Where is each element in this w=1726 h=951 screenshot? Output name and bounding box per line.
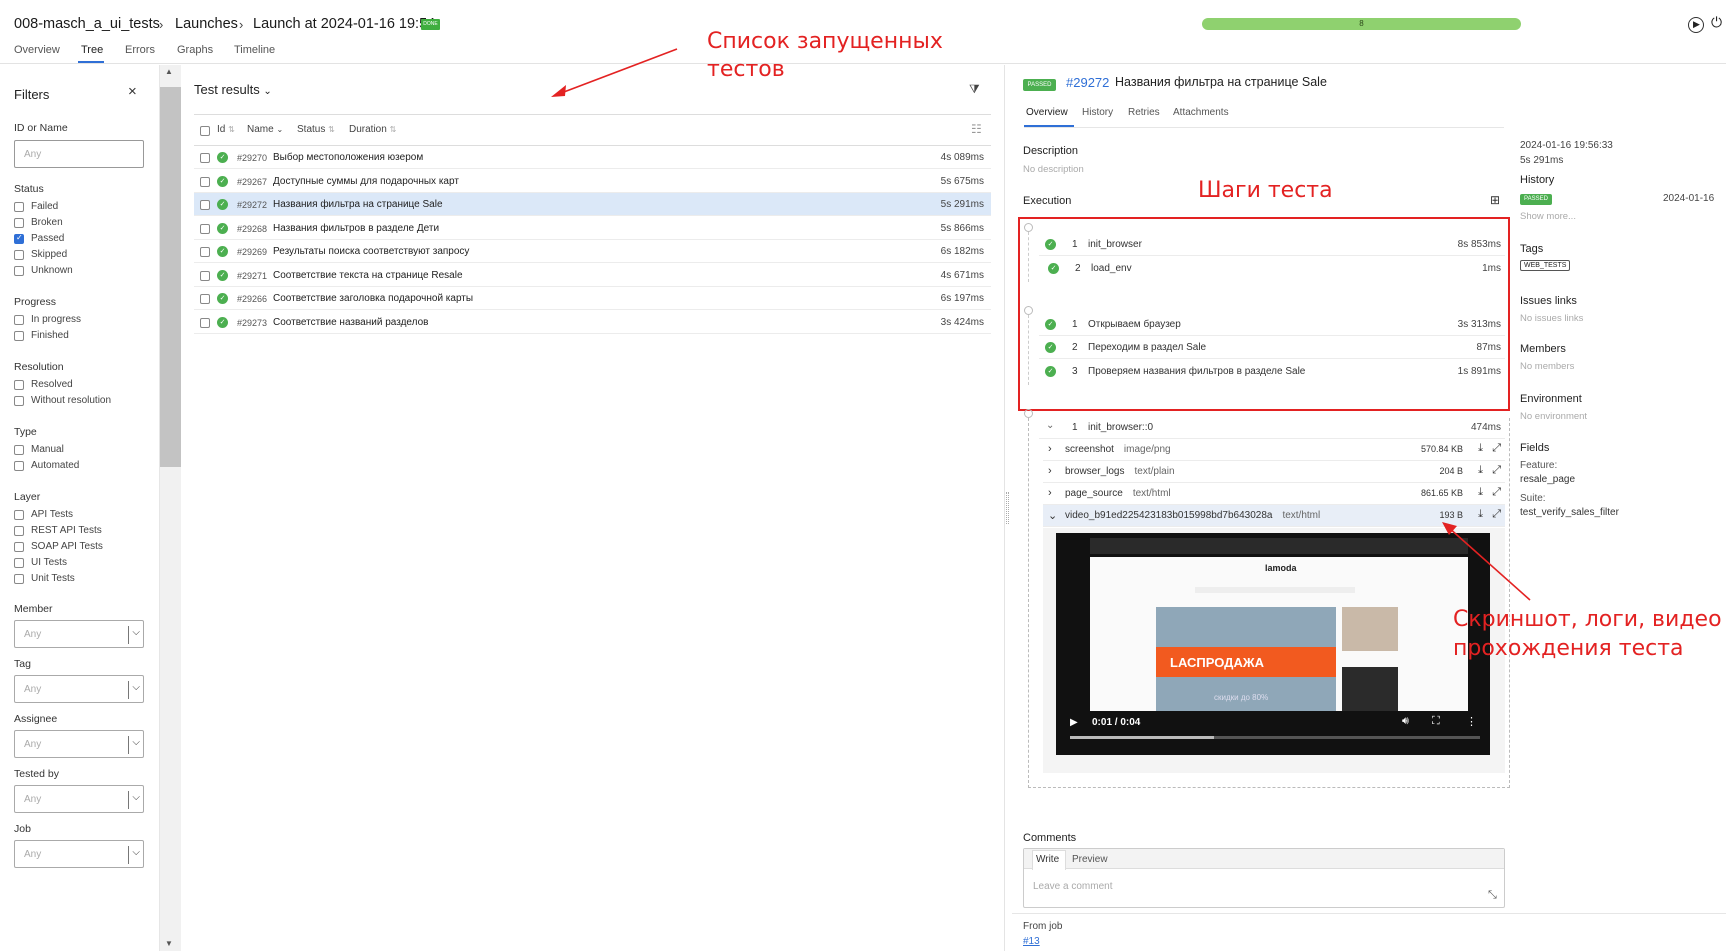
annotation-arrows: [551, 48, 1531, 601]
arrow-to-tests: [555, 48, 678, 96]
arrow-to-attachments: [1447, 526, 1531, 601]
arrow-head-tests: [551, 85, 566, 97]
